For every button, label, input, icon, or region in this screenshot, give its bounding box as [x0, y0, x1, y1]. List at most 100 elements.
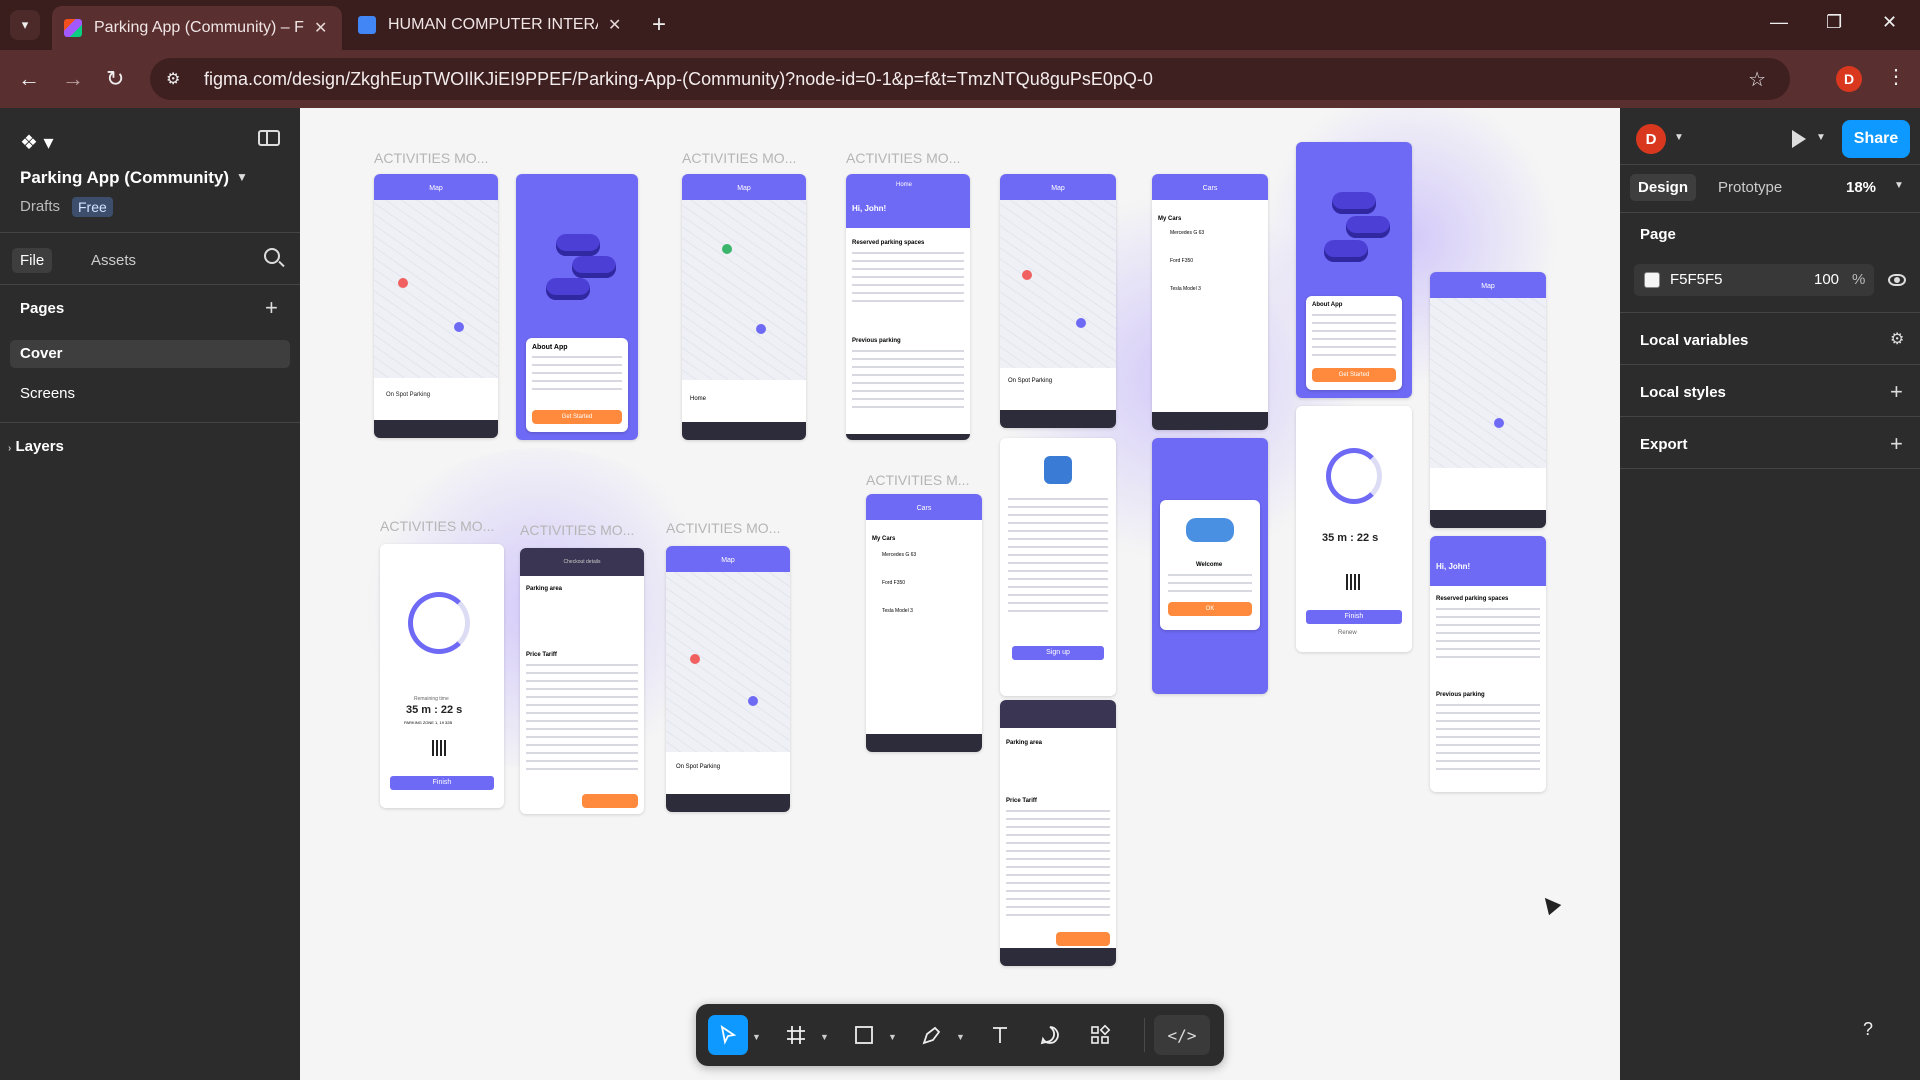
- layers-heading[interactable]: › Layers: [8, 438, 64, 455]
- add-page-icon[interactable]: +: [265, 297, 278, 319]
- chevron-down-icon[interactable]: ▼: [1894, 180, 1904, 191]
- screen-home[interactable]: Home Hi, John! Reserved parking spaces P…: [846, 174, 970, 440]
- tab-prototype[interactable]: Prototype: [1710, 174, 1790, 201]
- screen-map-pins[interactable]: Map Home: [682, 174, 806, 440]
- search-icon[interactable]: [264, 248, 280, 264]
- opacity-unit: %: [1852, 271, 1866, 288]
- present-play-icon[interactable]: [1792, 130, 1806, 148]
- reservation-card: [852, 252, 964, 306]
- body-text: [1168, 574, 1252, 598]
- chevron-down-icon[interactable]: ▼: [752, 1032, 761, 1042]
- omnibox[interactable]: ⚙ figma.com/design/ZkghEupTWOIlKJiEI9PPE…: [150, 58, 1790, 100]
- section-title: Previous parking: [1436, 692, 1485, 698]
- car-name: Ford F350: [882, 580, 906, 586]
- pen-tool-icon[interactable]: [914, 1015, 950, 1055]
- close-window-icon[interactable]: ✕: [1882, 12, 1897, 33]
- screen-about-app[interactable]: About App Get Started: [516, 174, 638, 440]
- eye-icon[interactable]: [1888, 274, 1906, 286]
- zoom-level[interactable]: 18%: [1846, 179, 1876, 196]
- rectangle-tool-icon[interactable]: [846, 1015, 882, 1055]
- screen-welcome[interactable]: Welcome OK: [1152, 438, 1268, 694]
- close-icon[interactable]: ✕: [314, 18, 327, 38]
- screen-checkout[interactable]: Checkout details Parking area Price Tari…: [520, 548, 644, 814]
- tab-design[interactable]: Design: [1630, 174, 1697, 201]
- frame-tool-icon[interactable]: [778, 1015, 814, 1055]
- screen-about-app-2[interactable]: About App Get Started: [1296, 142, 1412, 398]
- browser-menu-icon[interactable]: ⋮: [1886, 64, 1906, 89]
- screen-home-2[interactable]: Hi, John! Reserved parking spaces Previo…: [1430, 536, 1546, 792]
- local-styles-heading[interactable]: Local styles: [1640, 384, 1726, 401]
- pin-icon: [756, 324, 766, 334]
- tab-search-button[interactable]: ▾: [10, 10, 40, 40]
- chevron-down-icon[interactable]: ▼: [1816, 132, 1826, 143]
- actions-tool-icon[interactable]: [1082, 1015, 1118, 1055]
- close-icon[interactable]: ✕: [608, 15, 621, 35]
- screen-sign-up[interactable]: Sign up: [1000, 438, 1116, 696]
- site-info-icon[interactable]: ⚙: [166, 69, 188, 89]
- frame-label[interactable]: ACTIVITIES MO...: [846, 150, 960, 166]
- frame-label[interactable]: ACTIVITIES MO...: [374, 150, 488, 166]
- drafts-link[interactable]: Drafts: [20, 198, 60, 215]
- car-name: Ford F350: [1170, 258, 1194, 264]
- local-variables-heading[interactable]: Local variables: [1640, 332, 1748, 349]
- screen-timer-2[interactable]: 35 m : 22 s Finish Renew: [1296, 406, 1412, 652]
- tab-docs[interactable]: HUMAN COMPUTER INTERACTION ✕: [346, 8, 636, 42]
- section-title: Previous parking: [852, 338, 901, 344]
- user-avatar[interactable]: D: [1636, 124, 1666, 154]
- add-export-icon[interactable]: +: [1890, 433, 1903, 455]
- move-tool-icon[interactable]: [708, 1015, 748, 1055]
- screen-my-cars[interactable]: Cars My Cars Mercedes G 63 Ford F350 Tes…: [1152, 174, 1268, 430]
- share-button[interactable]: Share: [1842, 120, 1910, 158]
- bookmark-star-icon[interactable]: ☆: [1748, 67, 1766, 92]
- chevron-down-icon[interactable]: ▼: [956, 1032, 965, 1042]
- screen-checkout-2[interactable]: Parking area Price Tariff: [1000, 700, 1116, 966]
- screen-map-pins-2[interactable]: Map: [1430, 272, 1546, 528]
- help-button[interactable]: ?: [1850, 1011, 1886, 1047]
- page-item-cover[interactable]: Cover: [10, 340, 290, 368]
- browser-profile-avatar[interactable]: D: [1836, 66, 1862, 92]
- export-heading[interactable]: Export: [1640, 436, 1688, 453]
- add-style-icon[interactable]: +: [1890, 381, 1903, 403]
- screen-map-route[interactable]: Map On Spot Parking: [374, 174, 498, 438]
- figma-menu-icon[interactable]: ❖ ▾: [20, 130, 54, 155]
- page-opacity[interactable]: 100: [1814, 271, 1839, 288]
- design-canvas[interactable]: ACTIVITIES MO... ACTIVITIES MO... ACTIVI…: [300, 108, 1620, 1080]
- screen-map-route-3[interactable]: Map On Spot Parking: [666, 546, 790, 812]
- spot-label: On Spot Parking: [676, 764, 721, 770]
- frame-label[interactable]: ACTIVITIES MO...: [666, 520, 780, 536]
- frame-label[interactable]: ACTIVITIES MO...: [380, 518, 494, 534]
- dev-mode-toggle[interactable]: </>: [1154, 1015, 1210, 1055]
- restore-icon[interactable]: ❐: [1826, 12, 1842, 33]
- chevron-down-icon[interactable]: ▼: [1674, 132, 1684, 143]
- new-tab-button[interactable]: +: [652, 12, 666, 38]
- url-text[interactable]: figma.com/design/ZkghEupTWOIlKJiEI9PPEF/…: [204, 69, 1153, 90]
- page-item-screens[interactable]: Screens: [10, 380, 290, 408]
- text-tool-icon[interactable]: [982, 1015, 1018, 1055]
- frame-label[interactable]: ACTIVITIES M...: [866, 472, 969, 488]
- tab-assets[interactable]: Assets: [83, 248, 144, 273]
- screen-map-route-2[interactable]: Map On Spot Parking: [1000, 174, 1116, 428]
- variables-settings-icon[interactable]: ⚙: [1890, 330, 1904, 350]
- chevron-down-icon[interactable]: ▼: [820, 1032, 829, 1042]
- back-icon[interactable]: ←: [18, 66, 40, 92]
- file-title[interactable]: Parking App (Community): [20, 168, 229, 188]
- comment-tool-icon[interactable]: [1032, 1015, 1068, 1055]
- about-card: About App Get Started: [526, 338, 628, 432]
- car-illustration: [1324, 240, 1368, 262]
- screen-timer[interactable]: Remaining time 35 m : 22 s PARKING ZONE …: [380, 544, 504, 808]
- frame-label[interactable]: ACTIVITIES MO...: [682, 150, 796, 166]
- reload-icon[interactable]: ↻: [106, 66, 124, 92]
- chevron-down-icon[interactable]: ▼: [888, 1032, 897, 1042]
- color-swatch[interactable]: [1644, 272, 1660, 288]
- page-color-hex[interactable]: F5F5F5: [1670, 271, 1723, 288]
- tab-file[interactable]: File: [12, 248, 53, 273]
- forward-icon[interactable]: →: [62, 66, 84, 92]
- frame-label[interactable]: ACTIVITIES MO...: [520, 522, 634, 538]
- chevron-down-icon[interactable]: ▼: [236, 170, 248, 184]
- sidebar-toggle-icon[interactable]: [258, 130, 280, 146]
- car-illustration: [572, 256, 616, 278]
- screen-my-cars-2[interactable]: Cars My Cars Mercedes G 63 Ford F350 Tes…: [866, 494, 982, 752]
- tab-figma[interactable]: Parking App (Community) – Figma ✕: [52, 6, 342, 50]
- divider: [1620, 164, 1920, 165]
- minimize-icon[interactable]: —: [1770, 12, 1788, 33]
